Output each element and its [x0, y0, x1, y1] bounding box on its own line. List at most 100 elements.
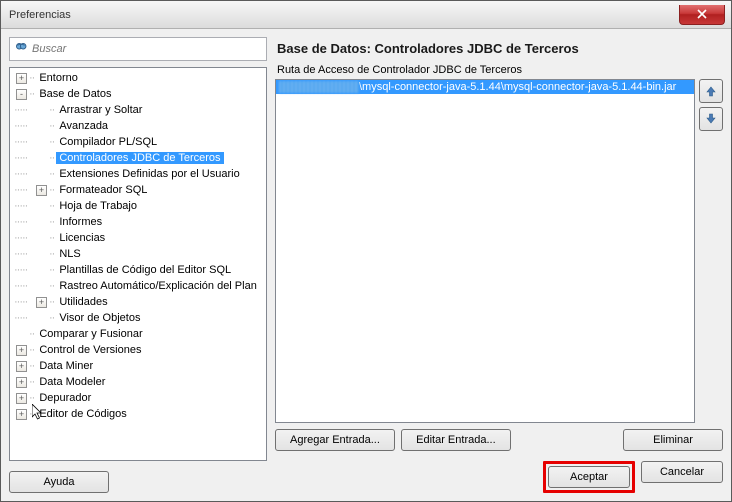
tree-item[interactable]: ·······Controladores JDBC de Terceros: [10, 150, 266, 166]
tree-item-label: Extensiones Definidas por el Usuario: [56, 168, 242, 180]
expand-icon[interactable]: +: [36, 185, 47, 196]
tree-item-label: Controladores JDBC de Terceros: [56, 152, 223, 164]
tree-item-label: Depurador: [36, 392, 94, 404]
expand-icon[interactable]: +: [16, 377, 27, 388]
tree-connector: ·····: [14, 184, 34, 196]
tree-item-label: Hoja de Trabajo: [56, 200, 140, 212]
tree-item[interactable]: ·······Extensiones Definidas por el Usua…: [10, 166, 266, 182]
tree-item-label: Formateador SQL: [56, 184, 150, 196]
tree-item[interactable]: ·······Avanzada: [10, 118, 266, 134]
tree-item-label: Control de Versiones: [36, 344, 144, 356]
move-up-button[interactable]: [699, 79, 723, 103]
tree-item[interactable]: +··Depurador: [10, 390, 266, 406]
titlebar[interactable]: Preferencias: [1, 1, 731, 29]
tree-connector: ·····: [14, 120, 34, 132]
tree-item-label: Data Miner: [36, 360, 96, 372]
tree-connector: ·····: [14, 168, 34, 180]
tree-item[interactable]: +··Control de Versiones: [10, 342, 266, 358]
expand-icon[interactable]: +: [36, 297, 47, 308]
tree-item[interactable]: +··Data Modeler: [10, 374, 266, 390]
tree-item-label: NLS: [56, 248, 83, 260]
tree-connector: ·····: [14, 216, 34, 228]
tree-item-label: Informes: [56, 216, 105, 228]
move-down-button[interactable]: [699, 107, 723, 131]
tree-item[interactable]: ·······Compilador PL/SQL: [10, 134, 266, 150]
tree-leaf-icon: [36, 201, 47, 212]
tree-connector: ·····: [14, 296, 34, 308]
tree-connector: ·····: [14, 312, 34, 324]
jdbc-path-list[interactable]: \mysql-connector-java-5.1.44\mysql-conne…: [275, 79, 695, 423]
tree-leaf-icon: [36, 105, 47, 116]
preferences-tree[interactable]: +··Entorno-··Base de Datos·······Arrastr…: [9, 67, 267, 461]
tree-item-label: Utilidades: [56, 296, 110, 308]
expand-icon[interactable]: +: [16, 345, 27, 356]
tree-item-label: Editor de Códigos: [36, 408, 129, 420]
search-box[interactable]: [9, 37, 267, 61]
tree-item-label: Rastreo Automático/Explicación del Plan: [56, 280, 260, 292]
cancel-button[interactable]: Cancelar: [641, 461, 723, 483]
ok-button[interactable]: Aceptar: [548, 466, 630, 488]
preferences-dialog: Preferencias +··Entorno-··Base de Datos·…: [0, 0, 732, 502]
expand-icon[interactable]: +: [16, 73, 27, 84]
tree-item[interactable]: ·······Hoja de Trabajo: [10, 198, 266, 214]
edit-entry-button[interactable]: Editar Entrada...: [401, 429, 511, 451]
expand-icon[interactable]: +: [16, 393, 27, 404]
tree-item-label: Base de Datos: [36, 88, 114, 100]
help-button[interactable]: Ayuda: [9, 471, 109, 493]
tree-leaf-icon: [36, 121, 47, 132]
tree-connector: ·····: [14, 104, 34, 116]
tree-leaf-icon: [36, 137, 47, 148]
tree-connector: ·····: [14, 248, 34, 260]
accept-highlight: Aceptar: [543, 461, 635, 493]
redacted-path-prefix: [279, 81, 359, 93]
tree-leaf-icon: [36, 249, 47, 260]
tree-leaf-icon: [36, 265, 47, 276]
tree-item-label: Avanzada: [56, 120, 111, 132]
tree-item[interactable]: -··Base de Datos: [10, 86, 266, 102]
tree-item-label: Data Modeler: [36, 376, 108, 388]
close-button[interactable]: [679, 5, 725, 25]
path-text: \mysql-connector-java-5.1.44\mysql-conne…: [359, 81, 676, 93]
cursor-icon: [32, 404, 44, 422]
tree-item[interactable]: ··Comparar y Fusionar: [10, 326, 266, 342]
expand-icon[interactable]: +: [16, 361, 27, 372]
tree-connector: ·····: [14, 232, 34, 244]
tree-leaf-icon: [36, 281, 47, 292]
tree-connector: ·····: [14, 280, 34, 292]
arrow-down-icon: [704, 112, 718, 126]
tree-connector: ·····: [14, 264, 34, 276]
tree-item[interactable]: ·······Rastreo Automático/Explicación de…: [10, 278, 266, 294]
delete-button[interactable]: Eliminar: [623, 429, 723, 451]
tree-leaf-icon: [36, 233, 47, 244]
expand-icon[interactable]: +: [16, 409, 27, 420]
tree-item[interactable]: ·······Visor de Objetos: [10, 310, 266, 326]
panel-title: Base de Datos: Controladores JDBC de Ter…: [275, 37, 723, 64]
tree-item[interactable]: +··Entorno: [10, 70, 266, 86]
arrow-up-icon: [704, 84, 718, 98]
tree-item[interactable]: ·······Informes: [10, 214, 266, 230]
tree-connector: ·····: [14, 136, 34, 148]
section-label: Ruta de Acceso de Controlador JDBC de Te…: [275, 64, 723, 79]
tree-item[interactable]: ·····+··Utilidades: [10, 294, 266, 310]
tree-item-label: Compilador PL/SQL: [56, 136, 160, 148]
collapse-icon[interactable]: -: [16, 89, 27, 100]
tree-item-label: Licencias: [56, 232, 108, 244]
tree-item[interactable]: ·····+··Formateador SQL: [10, 182, 266, 198]
tree-leaf-icon: [36, 313, 47, 324]
tree-leaf-icon: [36, 217, 47, 228]
tree-connector: ·····: [14, 152, 34, 164]
tree-leaf-icon: [16, 329, 27, 340]
tree-item[interactable]: +··Data Miner: [10, 358, 266, 374]
tree-item-label: Visor de Objetos: [56, 312, 143, 324]
tree-connector: ·····: [14, 200, 34, 212]
tree-item[interactable]: ·······NLS: [10, 246, 266, 262]
tree-item[interactable]: +··Editor de Códigos: [10, 406, 266, 422]
tree-item[interactable]: ·······Licencias: [10, 230, 266, 246]
search-icon: [14, 41, 28, 58]
add-entry-button[interactable]: Agregar Entrada...: [275, 429, 395, 451]
tree-item-label: Entorno: [36, 72, 81, 84]
tree-item[interactable]: ·······Arrastrar y Soltar: [10, 102, 266, 118]
tree-item[interactable]: ·······Plantillas de Código del Editor S…: [10, 262, 266, 278]
search-input[interactable]: [32, 43, 262, 55]
list-item[interactable]: \mysql-connector-java-5.1.44\mysql-conne…: [276, 80, 694, 94]
